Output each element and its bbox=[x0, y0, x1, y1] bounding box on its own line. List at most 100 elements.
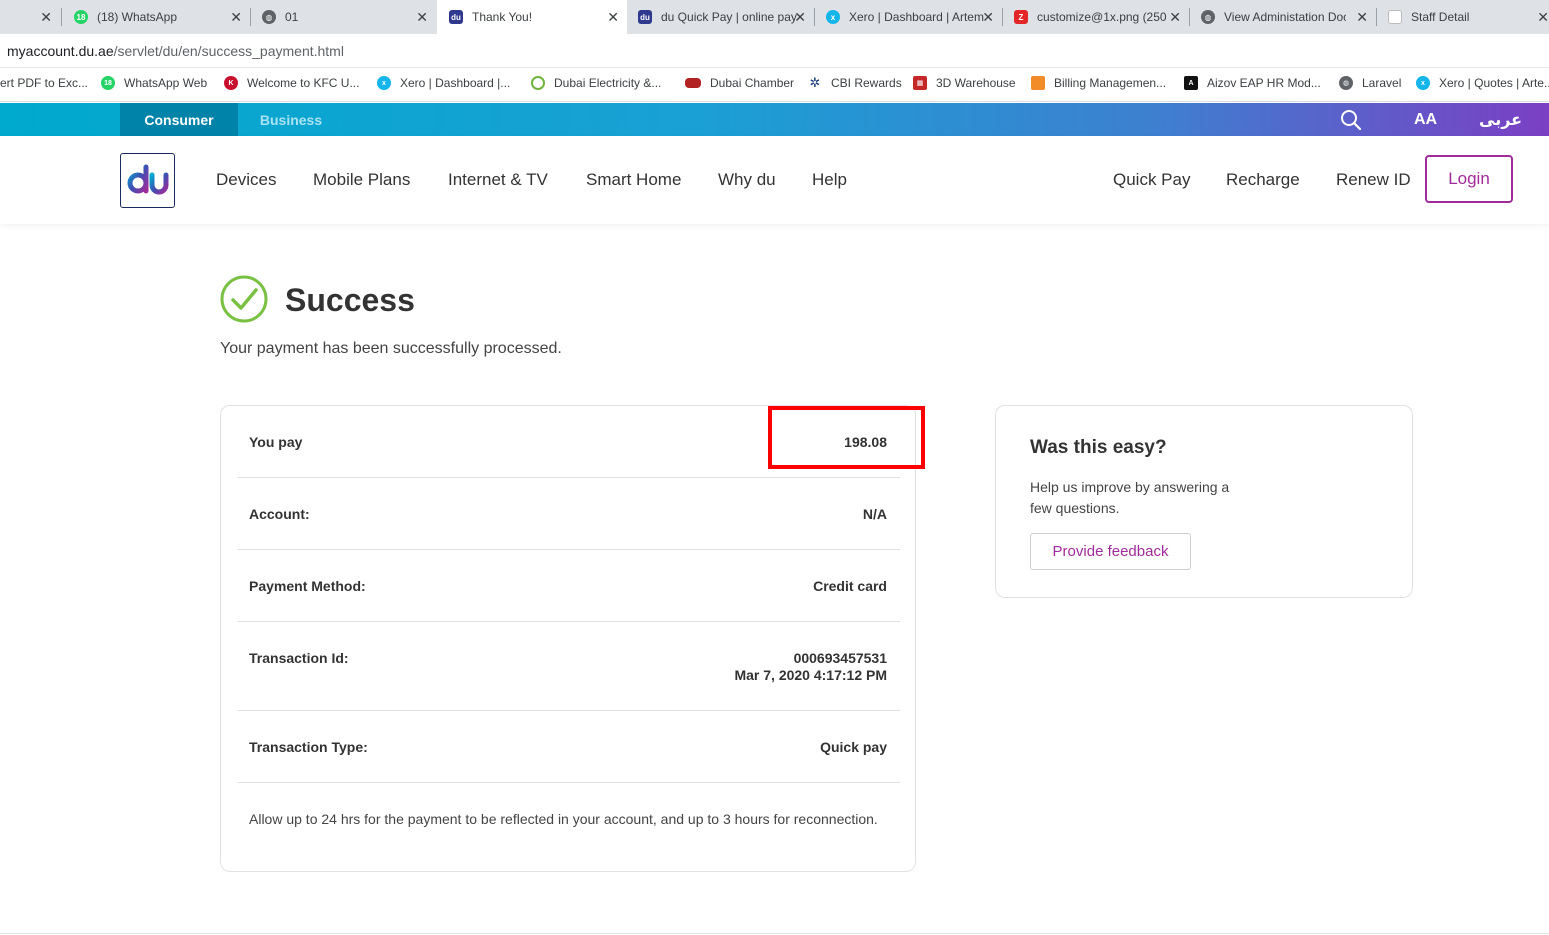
browser-tab[interactable]: Z customize@1x.png (250 ✕ bbox=[1002, 0, 1189, 34]
bookmark-item[interactable]: Dubai Chamber bbox=[685, 76, 794, 90]
bookmark-item[interactable]: x Xero | Quotes | Arte... bbox=[1416, 76, 1549, 90]
bookmark-item[interactable]: ◍ Laravel bbox=[1339, 76, 1401, 90]
bookmark-item[interactable]: A Aizov EAP HR Mod... bbox=[1184, 76, 1321, 90]
tab-title: Xero | Dashboard | Artemis bbox=[849, 10, 984, 24]
whatsapp-icon: 18 bbox=[101, 76, 115, 90]
close-tab-icon[interactable]: ✕ bbox=[40, 9, 52, 25]
close-tab-icon[interactable]: ✕ bbox=[794, 9, 806, 25]
account-value: N/A bbox=[862, 506, 887, 522]
bookmark-item[interactable]: 18 WhatsApp Web bbox=[101, 76, 207, 90]
bookmarks-bar: ert PDF to Exc... 18 WhatsApp Web K Welc… bbox=[0, 68, 1549, 102]
du-logo[interactable] bbox=[120, 153, 175, 208]
browser-tab[interactable]: ✕ bbox=[0, 0, 60, 34]
tab-title: du Quick Pay | online pay bbox=[661, 10, 797, 24]
close-tab-icon[interactable]: ✕ bbox=[982, 9, 994, 25]
transaction-type-label: Transaction Type: bbox=[249, 739, 368, 755]
du-icon: du bbox=[638, 10, 652, 24]
search-icon[interactable] bbox=[1340, 103, 1362, 136]
cbi-icon: ✲ bbox=[808, 75, 822, 90]
receipt-row-transaction-id: Transaction Id: 000693457531 Mar 7, 2020… bbox=[237, 622, 900, 711]
text-size-toggle[interactable]: AA bbox=[1414, 103, 1437, 136]
bookmark-item[interactable]: ✲ CBI Rewards bbox=[808, 75, 902, 90]
bookmark-item[interactable]: ▦ 3D Warehouse bbox=[913, 76, 1016, 90]
whatsapp-icon: 18 bbox=[74, 10, 88, 24]
tab-title: (18) WhatsApp bbox=[97, 10, 178, 24]
feedback-text: Help us improve by answering a few quest… bbox=[1030, 479, 1230, 516]
close-tab-icon[interactable]: ✕ bbox=[230, 9, 242, 25]
bookmark-item[interactable]: Dubai Electricity &... bbox=[531, 76, 661, 90]
payment-method-label: Payment Method: bbox=[249, 578, 366, 594]
browser-tab[interactable]: ◍ 01 ✕ bbox=[250, 0, 436, 34]
bookmark-label: Welcome to KFC U... bbox=[247, 76, 360, 90]
url-text[interactable]: myaccount.du.ae/servlet/du/en/success_pa… bbox=[7, 43, 344, 59]
receipt-row-you-pay: You pay 198.08 bbox=[237, 406, 900, 478]
receipt-row-transaction-type: Transaction Type: Quick pay bbox=[237, 711, 900, 783]
transaction-type-value: Quick pay bbox=[820, 739, 887, 755]
page-icon bbox=[1388, 10, 1402, 24]
receipt-row-account: Account: N/A bbox=[237, 478, 900, 550]
nav-renew-id[interactable]: Renew ID bbox=[1336, 170, 1411, 190]
bookmark-item[interactable]: Billing Managemen... bbox=[1031, 76, 1166, 90]
close-tab-icon[interactable]: ✕ bbox=[416, 9, 428, 25]
close-tab-icon[interactable]: ✕ bbox=[607, 9, 619, 25]
main-navigation: Devices Mobile Plans Internet & TV Smart… bbox=[0, 136, 1549, 224]
business-tab[interactable]: Business bbox=[238, 103, 344, 136]
bookmark-label: CBI Rewards bbox=[831, 76, 902, 90]
feedback-title: Was this easy? bbox=[1030, 437, 1167, 458]
du-icon: du bbox=[449, 10, 463, 24]
bookmark-label: Billing Managemen... bbox=[1054, 76, 1167, 90]
bookmark-label: Laravel bbox=[1362, 76, 1402, 90]
browser-tab[interactable]: du du Quick Pay | online pay ✕ bbox=[626, 0, 814, 34]
browser-tab[interactable]: x Xero | Dashboard | Artemis ✕ bbox=[814, 0, 1002, 34]
bookmark-item[interactable]: x Xero | Dashboard |... bbox=[377, 76, 510, 90]
nav-internet-tv[interactable]: Internet & TV bbox=[448, 170, 548, 190]
xero-icon: x bbox=[377, 76, 391, 90]
zoho-icon: Z bbox=[1014, 10, 1028, 24]
tab-title: 01 bbox=[285, 10, 299, 24]
browser-tab[interactable]: Staff Detail ✕ bbox=[1376, 0, 1549, 34]
page-title: Success bbox=[285, 282, 415, 318]
tab-title: customize@1x.png (250 bbox=[1037, 10, 1167, 24]
bookmark-item[interactable]: K Welcome to KFC U... bbox=[224, 76, 359, 90]
tab-title: View Administation Doc bbox=[1224, 10, 1346, 24]
close-tab-icon[interactable]: ✕ bbox=[1169, 9, 1181, 25]
bookmark-label: Dubai Chamber bbox=[710, 76, 795, 90]
utility-bar: Consumer Business AA عربى bbox=[0, 103, 1549, 136]
bookmark-label: Xero | Quotes | Arte... bbox=[1439, 76, 1549, 90]
nav-devices[interactable]: Devices bbox=[216, 170, 276, 190]
reflection-note: Allow up to 24 hrs for the payment to be… bbox=[249, 811, 878, 827]
nav-help[interactable]: Help bbox=[812, 170, 847, 190]
nav-why-du[interactable]: Why du bbox=[718, 170, 776, 190]
provide-feedback-button[interactable]: Provide feedback bbox=[1030, 533, 1191, 570]
bookmark-item[interactable]: ert PDF to Exc... bbox=[0, 76, 88, 90]
nav-mobile-plans[interactable]: Mobile Plans bbox=[313, 170, 410, 190]
language-toggle[interactable]: عربى bbox=[1479, 103, 1522, 136]
close-tab-icon[interactable]: ✕ bbox=[1356, 9, 1368, 25]
browser-tab-active[interactable]: du Thank You! ✕ bbox=[437, 0, 627, 34]
payment-method-value: Credit card bbox=[813, 578, 887, 594]
globe-icon: ◍ bbox=[1339, 76, 1353, 90]
transaction-date-value: Mar 7, 2020 4:17:12 PM bbox=[734, 667, 887, 683]
box-icon bbox=[1031, 76, 1045, 90]
close-tab-icon[interactable]: ✕ bbox=[1537, 9, 1549, 25]
bookmark-label: ert PDF to Exc... bbox=[0, 76, 89, 90]
bookmark-label: 3D Warehouse bbox=[936, 76, 1016, 90]
browser-tab[interactable]: 18 (18) WhatsApp ✕ bbox=[62, 0, 250, 34]
nav-quick-pay[interactable]: Quick Pay bbox=[1113, 170, 1190, 190]
globe-icon: ◍ bbox=[1201, 10, 1215, 24]
nav-smart-home[interactable]: Smart Home bbox=[586, 170, 681, 190]
address-bar[interactable]: myaccount.du.ae/servlet/du/en/success_pa… bbox=[0, 34, 1549, 68]
check-circle-icon bbox=[220, 275, 268, 323]
browser-tab-strip: ✕ 18 (18) WhatsApp ✕ ◍ 01 ✕ du Thank You… bbox=[0, 0, 1549, 34]
url-host: myaccount.du.ae bbox=[7, 42, 114, 59]
consumer-tab[interactable]: Consumer bbox=[120, 103, 238, 136]
you-pay-label: You pay bbox=[249, 434, 303, 450]
browser-tab[interactable]: ◍ View Administation Doc ✕ bbox=[1189, 0, 1376, 34]
warehouse-icon: ▦ bbox=[913, 76, 927, 90]
login-button[interactable]: Login bbox=[1425, 155, 1513, 203]
nav-recharge[interactable]: Recharge bbox=[1226, 170, 1300, 190]
bookmark-label: Dubai Electricity &... bbox=[554, 76, 662, 90]
bookmark-label: Aizov EAP HR Mod... bbox=[1207, 76, 1321, 90]
footer-divider bbox=[0, 933, 1549, 934]
transaction-id-label: Transaction Id: bbox=[249, 650, 349, 666]
